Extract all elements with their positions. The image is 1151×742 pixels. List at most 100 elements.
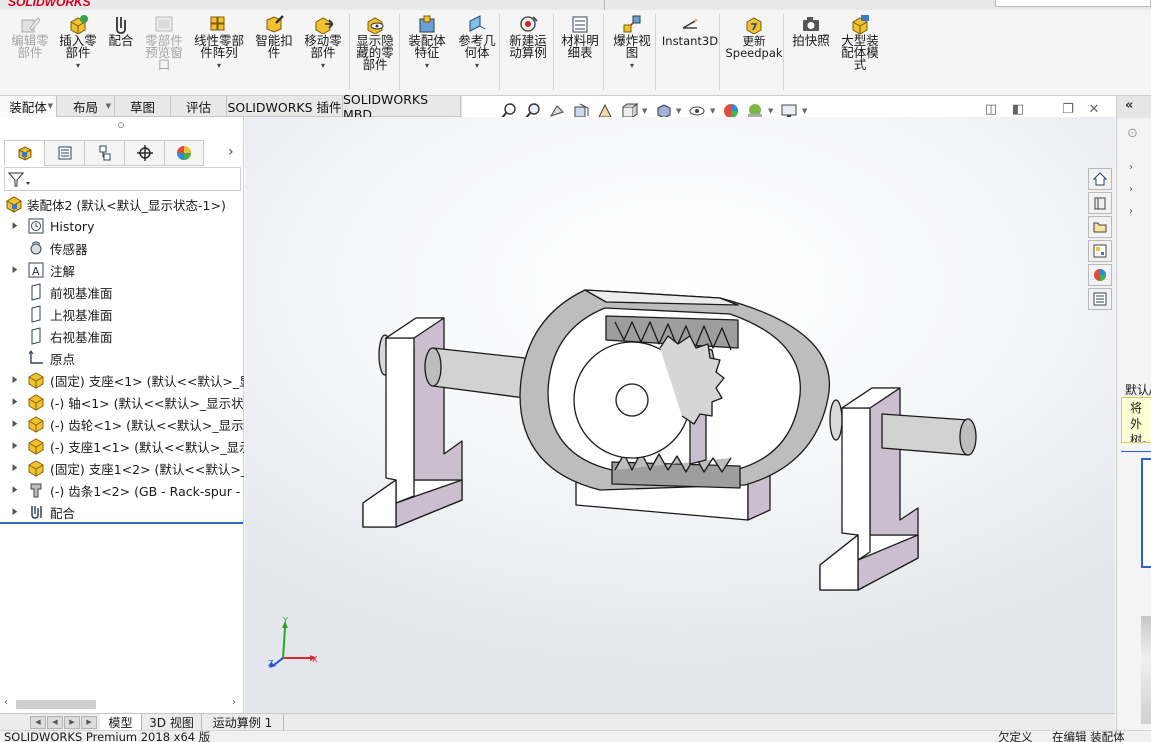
chevron-down-icon[interactable]: ▼ (710, 107, 718, 115)
command-tab[interactable]: 装配体 ▼ (0, 96, 57, 117)
tree-item[interactable]: 上视基准面 (0, 303, 244, 325)
tree-expand-icon[interactable]: › (1129, 184, 1133, 195)
scrollbar-thumb[interactable] (16, 700, 96, 709)
design-library-icon[interactable] (1088, 192, 1112, 214)
chevron-right-icon[interactable]: › (228, 144, 234, 160)
tree-horizontal-scrollbar[interactable]: ‹ › (2, 697, 242, 711)
chevron-down-icon[interactable]: ▼ (106, 102, 111, 110)
chevron-down-icon[interactable]: ▼ (676, 107, 684, 115)
tree-item[interactable]: 原点 (0, 347, 244, 369)
command-tab[interactable]: SOLIDWORKS 插件 (227, 96, 343, 117)
chevron-down-icon[interactable]: ▼ (642, 107, 650, 115)
smart-fasteners-button[interactable]: 智能扣 件 (252, 14, 296, 59)
tree-item[interactable]: ▶ (固定) 支座<1> (默认<<默认>_显示 (0, 369, 244, 391)
mate-button[interactable]: 配合 (104, 14, 138, 47)
reference-geometry-button[interactable]: 参考几 何体 ▾ (454, 14, 500, 70)
tree-item[interactable]: ▶ (-) 支座1<1> (默认<<默认>_显示状 (0, 435, 244, 457)
next-tab-icon[interactable]: ▶ (64, 716, 80, 729)
tree-item[interactable]: 传感器 (0, 237, 244, 259)
move-component-button[interactable]: 移动零 部件 ▾ (300, 14, 346, 70)
snapshot-button[interactable]: 拍快照 (788, 14, 834, 47)
tree-item[interactable]: ▶ (固定) 支座1<2> (默认<<默认>_显 (0, 457, 244, 479)
home-icon[interactable] (1088, 168, 1112, 190)
graphics-area[interactable]: X Y Z (245, 117, 1115, 713)
tile-view-icon[interactable]: ◫ (983, 101, 999, 117)
last-tab-icon[interactable]: ▶ (81, 716, 97, 729)
exploded-view-button[interactable]: 爆炸视 图 ▾ (608, 14, 656, 70)
tree-item[interactable]: 前视基准面 (0, 281, 244, 303)
restore-window-icon[interactable]: ❐ (1060, 101, 1076, 117)
component-preview-button[interactable]: 零部件 预览窗 口 (142, 14, 186, 71)
appearances-icon[interactable] (1088, 264, 1112, 286)
expand-arrow-icon[interactable]: ▶ (13, 265, 20, 275)
property-manager-tab-icon[interactable] (44, 140, 84, 166)
tree-filter-bar[interactable] (4, 167, 241, 191)
tree-item[interactable]: ▶ (-) 齿轮<1> (默认<<默认>_显示状 (0, 413, 244, 435)
chevron-down-icon[interactable]: ▾ (217, 62, 221, 70)
view-palette-icon[interactable] (1088, 240, 1112, 262)
insert-component-button[interactable]: 插入零 部件 ▾ (56, 14, 100, 70)
show-hidden-button[interactable]: 显示隐 藏的零 部件 (352, 14, 398, 71)
tree-item[interactable]: ▶ (-) 齿条1<2> (GB - Rack-spur - re (0, 479, 244, 501)
tree-item[interactable]: ▶ (-) 轴<1> (默认<<默认>_显示状态 (0, 391, 244, 413)
preview-thumbnail[interactable] (1141, 458, 1151, 568)
chevron-down-icon[interactable]: ▼ (768, 107, 776, 115)
gear-rack-assembly-model[interactable]: X Y Z (245, 117, 1115, 713)
expand-arrow-icon[interactable]: ▶ (13, 419, 20, 429)
tree-root-assembly[interactable]: 装配体2 (默认<默认_显示状态-1>) (0, 193, 244, 215)
expand-arrow-icon[interactable]: ▶ (13, 463, 20, 473)
chevron-down-icon[interactable]: ▼ (802, 107, 810, 115)
command-tab[interactable]: 草图 (115, 96, 171, 117)
bottom-tab[interactable]: 3D 视图 (142, 714, 202, 731)
speedpak-button[interactable]: 更新 Speedpak (725, 14, 783, 59)
tree-item[interactable]: 右视基准面 (0, 325, 244, 347)
tree-expand-icon[interactable]: › (1129, 206, 1133, 217)
close-window-icon[interactable]: ✕ (1086, 101, 1102, 117)
expand-arrow-icon[interactable]: ▶ (13, 375, 20, 385)
display-manager-tab-icon[interactable] (164, 140, 204, 166)
large-assembly-button[interactable]: 大型装 配体模 式 (836, 14, 884, 71)
chevron-down-icon[interactable]: ▾ (76, 62, 80, 70)
expand-arrow-icon[interactable]: ▶ (13, 397, 20, 407)
dimxpert-tab-icon[interactable] (124, 140, 164, 166)
expand-arrow-icon[interactable]: ▶ (13, 441, 20, 451)
expand-arrow-icon[interactable]: ▶ (13, 485, 20, 495)
instant3d-button[interactable]: Instant3D (661, 14, 719, 47)
first-tab-icon[interactable]: ◀ (30, 716, 46, 729)
chevron-down-icon[interactable]: ▾ (321, 62, 325, 70)
chevron-down-icon[interactable]: ▾ (475, 62, 479, 70)
bottom-tab[interactable]: 模型 (100, 714, 142, 731)
search-box[interactable] (995, 0, 1151, 7)
bottom-tab[interactable]: 运动算例 1 (202, 714, 284, 731)
tree-item[interactable]: ▶ A 注解 (0, 259, 244, 281)
file-explorer-icon[interactable] (1088, 216, 1112, 238)
collapse-task-pane-icon[interactable]: « (1117, 96, 1151, 118)
split-view-icon[interactable]: ◧ (1010, 101, 1026, 117)
tree-expand-icon[interactable]: › (1129, 162, 1133, 173)
expand-arrow-icon[interactable]: ▶ (13, 221, 20, 231)
chevron-down-icon[interactable]: ▼ (48, 102, 53, 110)
command-tab[interactable]: SOLIDWORKS MBD (343, 92, 461, 122)
expand-arrow-icon[interactable]: ▶ (13, 507, 20, 517)
scroll-right-icon[interactable]: › (232, 697, 236, 708)
feature-manager-tab-icon[interactable] (4, 140, 44, 166)
scroll-left-icon[interactable]: ‹ (4, 697, 8, 708)
solidworks-logo[interactable]: SOLIDWORKS (8, 0, 91, 9)
bom-button[interactable]: 材料明 细表 (558, 14, 602, 59)
edit-component-button[interactable]: 编辑零 部件 (8, 14, 52, 59)
rollback-bar[interactable] (0, 522, 243, 524)
chevron-down-icon[interactable]: ▾ (425, 62, 429, 70)
linear-pattern-button[interactable]: 线性零部 件阵列 ▾ (190, 14, 248, 70)
assembly-feature-button[interactable]: 装配体 特征 ▾ (404, 14, 450, 70)
tree-item[interactable]: ▶ History (0, 215, 244, 237)
command-tab[interactable]: 布局 ▼ (57, 96, 115, 117)
preview-thumbnail[interactable] (1141, 616, 1151, 724)
custom-properties-icon[interactable] (1088, 288, 1112, 310)
tree-item[interactable]: ▶ 配合 (0, 501, 244, 523)
back-icon[interactable]: ⊙ (1127, 126, 1138, 141)
panel-grip[interactable] (118, 122, 124, 128)
chevron-down-icon[interactable]: ▾ (630, 62, 634, 70)
prev-tab-icon[interactable]: ◀ (47, 716, 63, 729)
configuration-manager-tab-icon[interactable] (84, 140, 124, 166)
command-tab[interactable]: 评估 (171, 96, 227, 117)
